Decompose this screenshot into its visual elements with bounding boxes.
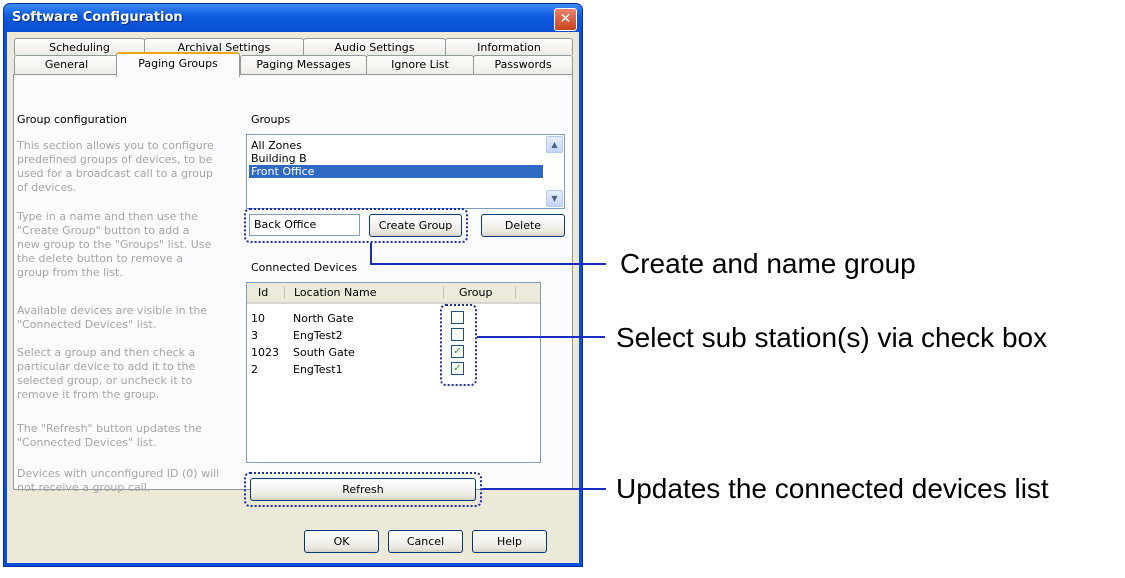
groups-listbox[interactable]: All Zones Building B Front Office ▲ ▼ — [246, 134, 565, 209]
close-icon[interactable]: ✕ — [554, 8, 577, 31]
tab-paging-groups[interactable]: Paging Groups — [116, 52, 240, 77]
tab-general[interactable]: General — [14, 55, 119, 75]
scroll-down-icon[interactable]: ▼ — [546, 190, 563, 207]
groups-label: Groups — [251, 113, 291, 126]
checkbox-highlight — [440, 304, 477, 386]
group-item[interactable]: All Zones — [249, 139, 543, 152]
device-name[interactable]: South Gate — [293, 345, 355, 360]
callout-select-substations: Select sub station(s) via check box — [616, 322, 1048, 353]
device-name[interactable]: EngTest1 — [293, 362, 343, 377]
column-group[interactable]: Group — [459, 285, 493, 300]
callout-connector — [370, 263, 606, 265]
help-text-intro: This section allows you to configure pre… — [17, 139, 214, 194]
ok-button[interactable]: OK — [304, 530, 379, 553]
connected-devices-label: Connected Devices — [251, 261, 358, 274]
group-item[interactable]: Building B — [249, 152, 543, 165]
cancel-button[interactable]: Cancel — [388, 530, 463, 553]
callout-connector — [370, 243, 372, 264]
help-button[interactable]: Help — [472, 530, 547, 553]
groups-scrollbar[interactable]: ▲ ▼ — [546, 136, 563, 207]
help-text-devices: Available devices are visible in the "Co… — [17, 304, 208, 331]
device-id: 3 — [251, 329, 258, 342]
devices-header: Id Location Name Group — [247, 283, 540, 304]
create-group-highlight — [244, 208, 468, 243]
refresh-highlight — [244, 472, 482, 507]
device-id: 10 — [251, 312, 265, 325]
delete-button[interactable]: Delete — [481, 214, 565, 237]
callout-create-group: Create and name group — [620, 248, 916, 279]
callout-connector — [477, 336, 605, 338]
help-text-refresh: The "Refresh" button updates the "Connec… — [17, 422, 202, 449]
title-bar[interactable]: Software Configuration ✕ — [4, 4, 582, 32]
tab-audio-settings[interactable]: Audio Settings — [303, 38, 446, 55]
help-text-unconfigured: Devices with unconfigured ID (0) will no… — [17, 467, 220, 494]
callout-connector — [482, 488, 606, 490]
connected-devices-list[interactable]: Id Location Name Group 10 North Gate 3 E… — [246, 282, 541, 463]
tab-ignore-list[interactable]: Ignore List — [366, 55, 474, 75]
column-location-name[interactable]: Location Name — [294, 285, 376, 300]
help-text-select: Select a group and then check a particul… — [17, 346, 196, 401]
device-id: 1023 — [251, 346, 279, 359]
scroll-up-icon[interactable]: ▲ — [546, 136, 563, 153]
group-configuration-heading: Group configuration — [17, 113, 127, 126]
callout-refresh: Updates the connected devices list — [616, 473, 1049, 504]
tab-passwords[interactable]: Passwords — [473, 55, 573, 75]
device-name[interactable]: EngTest2 — [293, 328, 343, 343]
device-name[interactable]: North Gate — [293, 311, 354, 326]
help-text-create: Type in a name and then use the "Create … — [17, 210, 212, 279]
window-title: Software Configuration — [12, 10, 183, 25]
group-item-selected[interactable]: Front Office — [249, 165, 543, 178]
tab-information[interactable]: Information — [445, 38, 573, 55]
tab-paging-messages[interactable]: Paging Messages — [240, 55, 367, 75]
device-id: 2 — [251, 363, 258, 376]
column-id[interactable]: Id — [258, 285, 268, 300]
